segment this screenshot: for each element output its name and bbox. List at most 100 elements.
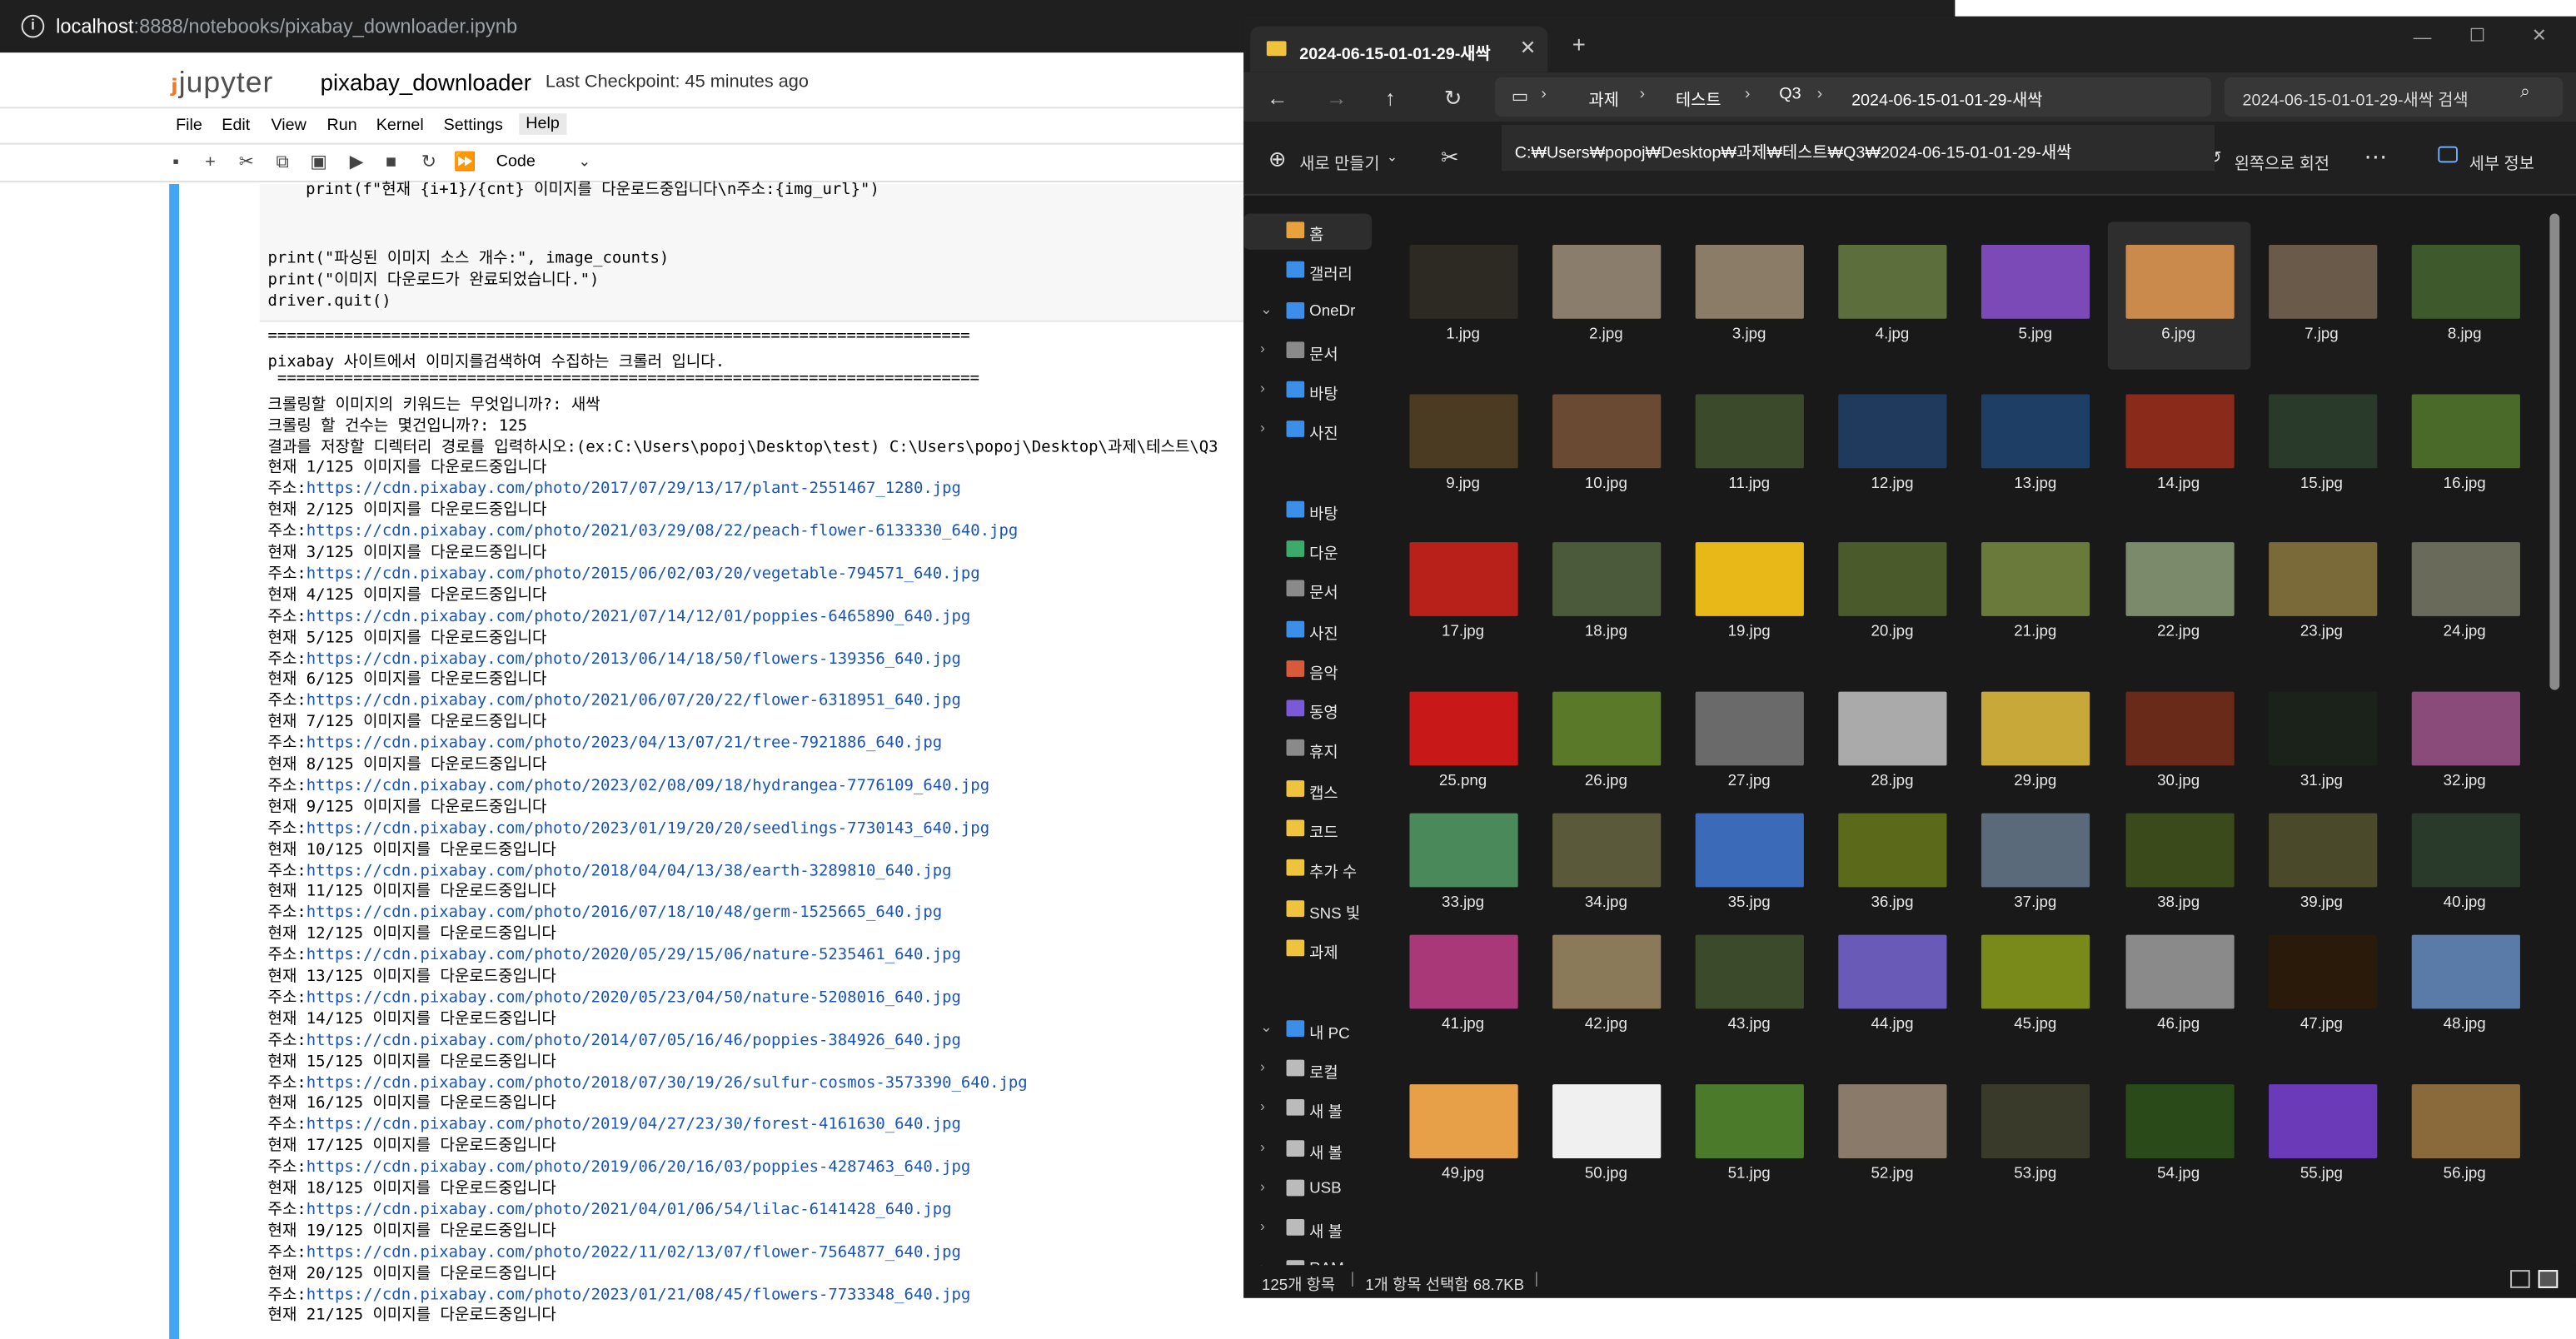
menu-help[interactable]: Help	[519, 113, 566, 135]
save-icon[interactable]: ▪	[164, 152, 187, 175]
sidebar-item[interactable]: SNS 빛	[1243, 892, 1372, 928]
sidebar-item[interactable]: 문서	[1243, 572, 1372, 608]
output-url[interactable]: https://cdn.pixabay.com/photo/2013/06/14…	[306, 650, 961, 668]
output-url[interactable]: https://cdn.pixabay.com/photo/2018/04/04…	[306, 862, 952, 880]
output-url[interactable]: https://cdn.pixabay.com/photo/2016/07/18…	[306, 904, 942, 923]
file-item[interactable]: 55.jpg	[2250, 1062, 2394, 1210]
menu-edit[interactable]: Edit	[222, 117, 250, 135]
chevron-icon[interactable]: ›	[1260, 340, 1265, 356]
file-item[interactable]: 44.jpg	[1821, 912, 1964, 1060]
output-url[interactable]: https://cdn.pixabay.com/photo/2017/07/29…	[306, 480, 961, 499]
chevron-icon[interactable]: ›	[1260, 419, 1265, 436]
file-item[interactable]: 47.jpg	[2250, 912, 2394, 1060]
file-item[interactable]: 11.jpg	[1677, 371, 1821, 520]
file-item[interactable]: 42.jpg	[1535, 912, 1678, 1060]
cut-icon[interactable]: ✂	[235, 152, 258, 175]
cut-icon[interactable]: ✂	[1441, 145, 1459, 172]
output-url[interactable]: https://cdn.pixabay.com/photo/2021/07/14…	[306, 607, 971, 625]
info-icon[interactable]: i	[21, 14, 45, 38]
chevron-icon[interactable]: ›	[1260, 1138, 1265, 1155]
output-url[interactable]: https://cdn.pixabay.com/photo/2022/11/02…	[306, 1243, 961, 1262]
file-item[interactable]: 24.jpg	[2393, 519, 2536, 667]
code-cell[interactable]: print(f"현재 {i+1}/{cnt} 이미지를 다운로드중입니다\n주소…	[259, 181, 1244, 322]
search-input[interactable]: 2024-06-15-01-01-29-새싹 검색	[2243, 86, 2469, 110]
output-url[interactable]: https://cdn.pixabay.com/photo/2023/01/19…	[306, 819, 989, 838]
sidebar-item[interactable]: 추가 수	[1243, 851, 1372, 887]
menu-run[interactable]: Run	[327, 117, 357, 135]
sidebar-item[interactable]: 동영	[1243, 692, 1372, 728]
sidebar-item[interactable]: 다운	[1243, 532, 1372, 568]
add-icon[interactable]: ⊕	[1268, 147, 1287, 173]
menu-file[interactable]: File	[176, 117, 202, 135]
file-item[interactable]: 10.jpg	[1535, 371, 1678, 520]
fast-forward-icon[interactable]: ⏩	[453, 152, 476, 175]
sidebar-item[interactable]: ⌄ 내 PC	[1243, 1012, 1372, 1048]
output-url[interactable]: https://cdn.pixabay.com/photo/2021/06/07…	[306, 692, 961, 710]
sidebar-item[interactable]: 바탕	[1243, 493, 1372, 529]
output-url[interactable]: https://cdn.pixabay.com/photo/2020/05/29…	[306, 947, 961, 965]
file-item[interactable]: 49.jpg	[1392, 1062, 1535, 1210]
file-item[interactable]: 16.jpg	[2393, 371, 2536, 520]
output-url[interactable]: https://cdn.pixabay.com/photo/2015/06/02…	[306, 565, 980, 583]
paste-icon[interactable]: ▣	[307, 152, 331, 175]
up-icon[interactable]: ↑	[1385, 86, 1396, 111]
minimize-icon[interactable]: —	[2414, 28, 2432, 48]
breadcrumb-item[interactable]: 테스트	[1676, 86, 1721, 110]
more-options-icon[interactable]: ⋯	[2364, 143, 2388, 172]
output-url[interactable]: https://cdn.pixabay.com/photo/2014/07/05…	[306, 1031, 961, 1049]
jupyter-logo[interactable]: ⱼjupyter	[171, 61, 273, 102]
search-icon[interactable]: ⌕	[2520, 82, 2530, 104]
output-url[interactable]: https://cdn.pixabay.com/photo/2020/05/23…	[306, 989, 961, 1008]
output-url[interactable]: https://cdn.pixabay.com/photo/2019/04/27…	[306, 1116, 961, 1134]
sidebar-item[interactable]: 코드	[1243, 812, 1372, 848]
sidebar-item[interactable]: › 새 볼	[1243, 1091, 1372, 1127]
file-item[interactable]: 8.jpg	[2393, 222, 2536, 370]
chevron-icon[interactable]: ›	[1260, 1058, 1265, 1075]
sidebar-item[interactable]: ⌄ OneDr	[1243, 294, 1372, 330]
file-item[interactable]: 2.jpg	[1535, 222, 1678, 370]
file-item[interactable]: 53.jpg	[1964, 1062, 2107, 1210]
scrollbar[interactable]	[2549, 213, 2560, 690]
stop-icon[interactable]: ■	[380, 152, 403, 175]
sidebar-item[interactable]: › 새 볼	[1243, 1211, 1372, 1247]
rotate-left-button[interactable]: 왼쪽으로 회전	[2235, 150, 2329, 174]
file-item[interactable]: 1.jpg	[1392, 222, 1535, 370]
output-url[interactable]: https://cdn.pixabay.com/photo/2021/03/29…	[306, 523, 1019, 541]
file-item[interactable]: 45.jpg	[1964, 912, 2107, 1060]
restart-icon[interactable]: ↻	[417, 152, 441, 175]
file-item[interactable]: 17.jpg	[1392, 519, 1535, 667]
chevron-icon[interactable]: ›	[1260, 1098, 1265, 1114]
large-icons-view-icon[interactable]	[2538, 1270, 2559, 1288]
breadcrumb-item[interactable]: 2024-06-15-01-01-29-새싹	[1851, 86, 2042, 110]
new-tab-icon[interactable]: +	[1572, 31, 1586, 57]
copy-icon[interactable]: ⧉	[271, 152, 294, 175]
menu-view[interactable]: View	[271, 117, 306, 135]
notebook-title[interactable]: pixabay_downloader	[321, 69, 531, 96]
file-item[interactable]: 18.jpg	[1535, 519, 1678, 667]
details-view-icon[interactable]	[2510, 1270, 2530, 1288]
chevron-icon[interactable]: ›	[1260, 1217, 1265, 1234]
sidebar-item[interactable]: 휴지	[1243, 731, 1372, 767]
sidebar-item[interactable]: › 바탕	[1243, 373, 1372, 409]
file-item[interactable]: 5.jpg	[1964, 222, 2107, 370]
file-item[interactable]: 43.jpg	[1677, 912, 1821, 1060]
run-icon[interactable]: ▶	[345, 152, 368, 175]
file-item[interactable]: 13.jpg	[1964, 371, 2107, 520]
file-item[interactable]: 46.jpg	[2107, 912, 2250, 1060]
file-item[interactable]: 20.jpg	[1821, 519, 1964, 667]
output-url[interactable]: https://cdn.pixabay.com/photo/2018/07/30…	[306, 1073, 1028, 1092]
file-item[interactable]: 23.jpg	[2250, 519, 2394, 667]
chevron-down-icon[interactable]: ⌄	[578, 152, 590, 171]
file-item[interactable]: 14.jpg	[2107, 371, 2250, 520]
file-item[interactable]: 41.jpg	[1392, 912, 1535, 1060]
file-item[interactable]: 6.jpg	[2106, 222, 2250, 370]
output-url[interactable]: https://cdn.pixabay.com/photo/2019/06/20…	[306, 1158, 971, 1177]
chevron-icon[interactable]: ⌄	[1260, 301, 1273, 319]
sidebar-item[interactable]: 캡스	[1243, 772, 1372, 808]
close-window-icon[interactable]: ✕	[2532, 25, 2547, 47]
menu-settings[interactable]: Settings	[444, 117, 503, 135]
file-item[interactable]: 48.jpg	[2393, 912, 2536, 1060]
output-url[interactable]: https://cdn.pixabay.com/photo/2023/02/08…	[306, 777, 989, 795]
file-item[interactable]: 3.jpg	[1677, 222, 1821, 370]
sidebar-item[interactable]: 홈	[1243, 213, 1373, 250]
